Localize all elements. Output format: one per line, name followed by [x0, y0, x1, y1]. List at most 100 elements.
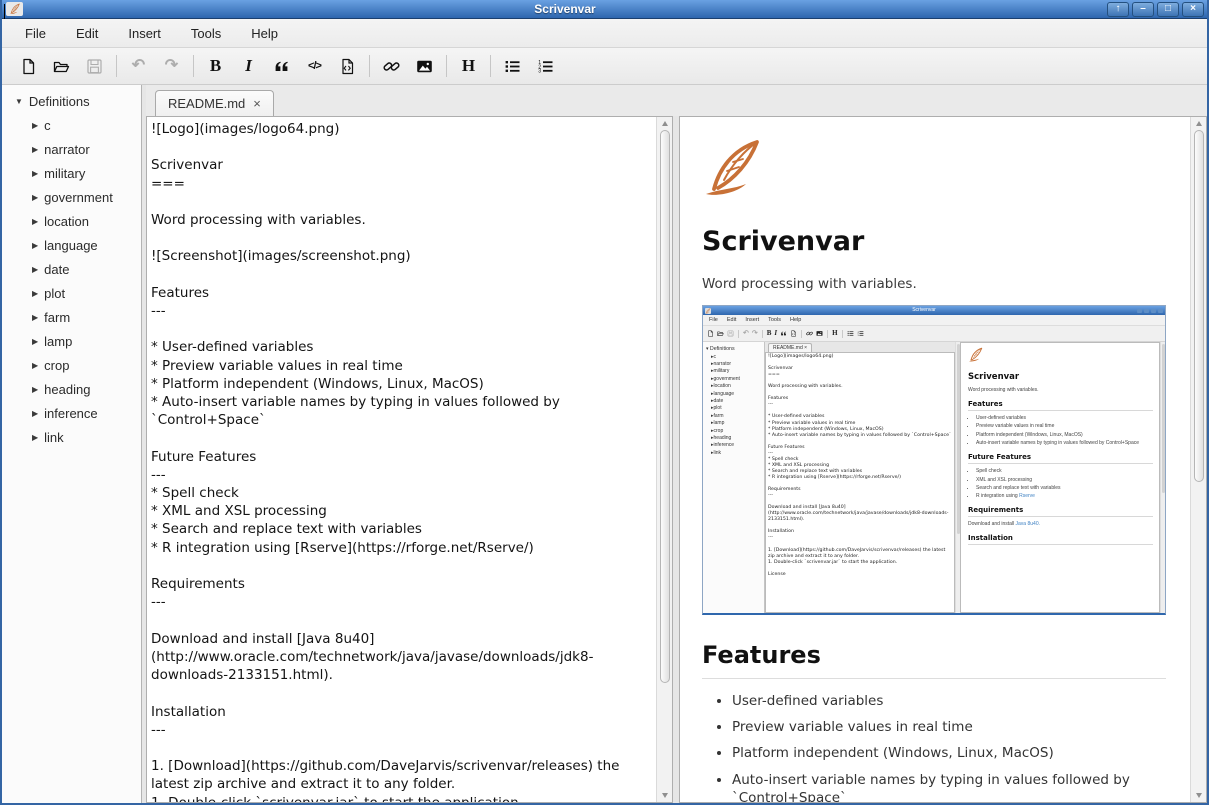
- tree-root-definitions[interactable]: Definitions: [2, 90, 141, 113]
- blockquote-button[interactable]: [265, 52, 298, 80]
- tab-strip: README.md ×: [146, 85, 1207, 116]
- undo-button[interactable]: ↶: [122, 52, 155, 80]
- mini-definitions-panel: Definitions cnarratormilitarygovernmentl…: [703, 342, 765, 613]
- menu-item[interactable]: Edit: [61, 21, 113, 46]
- scroll-down-arrow[interactable]: [662, 789, 668, 802]
- minimize-button[interactable]: –: [1132, 2, 1154, 17]
- tree-item[interactable]: c: [2, 113, 141, 137]
- mini-menu-item: Edit: [727, 317, 736, 323]
- panes: ![Logo](images/logo64.png) Scrivenvar ==…: [146, 116, 1207, 803]
- tree-item[interactable]: link: [2, 425, 141, 449]
- link-button[interactable]: [375, 52, 408, 80]
- save-file-button[interactable]: [78, 52, 111, 80]
- markdown-editor-pane: ![Logo](images/logo64.png) Scrivenvar ==…: [146, 116, 673, 803]
- numbered-list-button[interactable]: [529, 52, 562, 80]
- tree-item[interactable]: crop: [2, 353, 141, 377]
- preview-scrollbar[interactable]: [1190, 117, 1206, 802]
- tree-item[interactable]: location: [2, 209, 141, 233]
- bullet-list-button[interactable]: [496, 52, 529, 80]
- text-caret: [4, 4, 5, 19]
- tree-item[interactable]: military: [2, 161, 141, 185]
- menu-item[interactable]: Tools: [176, 21, 236, 46]
- inline-code-button[interactable]: </>: [298, 52, 331, 80]
- mini-preview-scrollbar: [1160, 342, 1165, 613]
- preview-features-list: User-defined variables Preview variable v…: [732, 692, 1166, 802]
- scroll-down-arrow[interactable]: [1196, 789, 1202, 802]
- scroll-up-arrow[interactable]: [1196, 117, 1202, 130]
- preview-subtitle: Word processing with variables.: [702, 276, 1166, 292]
- toolbar-separator: [116, 55, 117, 77]
- open-file-button[interactable]: [45, 52, 78, 80]
- feature-item: Platform independent (Windows, Linux, Ma…: [732, 744, 1166, 762]
- mini-preview-pane: Scrivenvar Word processing with variable…: [960, 342, 1160, 613]
- toolbar-separator: [446, 55, 447, 77]
- tree-item[interactable]: heading: [2, 377, 141, 401]
- editor-scrollbar[interactable]: [656, 117, 672, 802]
- app-feather-icon: [6, 2, 23, 16]
- preview-title: Scrivenvar: [702, 226, 1166, 257]
- toolbar-separator: [369, 55, 370, 77]
- inline-code-icon: </>: [308, 60, 321, 72]
- mini-window-controls: [1137, 309, 1163, 313]
- definitions-panel: Definitions cnarratormilitarygovernmentl…: [2, 85, 142, 803]
- tree-item[interactable]: lamp: [2, 329, 141, 353]
- tree-item[interactable]: date: [2, 257, 141, 281]
- app-window: Scrivenvar ↑ – □ × FileEditInsertToolsHe…: [0, 0, 1209, 805]
- tree-item[interactable]: farm: [2, 305, 141, 329]
- feature-item: Auto-insert variable names by typing in …: [732, 771, 1166, 802]
- redo-button[interactable]: ↷: [155, 52, 188, 80]
- tree-item[interactable]: language: [2, 233, 141, 257]
- tab-readme[interactable]: README.md ×: [155, 90, 274, 116]
- toolbar: ↶ ↷ B I </> H: [2, 48, 1207, 85]
- code-file-button[interactable]: [331, 52, 364, 80]
- bold-icon: B: [210, 56, 221, 76]
- title-bar[interactable]: Scrivenvar ↑ – □ ×: [2, 0, 1207, 19]
- preview-content: Scrivenvar Word processing with variable…: [680, 117, 1190, 802]
- italic-icon: I: [245, 56, 252, 76]
- maximize-button[interactable]: □: [1157, 2, 1179, 17]
- heading-icon: H: [462, 56, 475, 76]
- heading-button[interactable]: H: [452, 52, 485, 80]
- mini-menu-bar: File Edit Insert Tools Help: [703, 315, 1165, 326]
- italic-button[interactable]: I: [232, 52, 265, 80]
- tree-item[interactable]: plot: [2, 281, 141, 305]
- mini-menu-item: Insert: [745, 317, 759, 323]
- mini-title-bar: Scrivenvar: [703, 306, 1165, 315]
- image-button[interactable]: [408, 52, 441, 80]
- markdown-editor[interactable]: ![Logo](images/logo64.png) Scrivenvar ==…: [147, 117, 656, 802]
- tree-item[interactable]: government: [2, 185, 141, 209]
- tree-item[interactable]: inference: [2, 401, 141, 425]
- mini-menu-item: Tools: [768, 317, 781, 323]
- mini-logo-feather-image: [968, 347, 984, 363]
- scrollbar-thumb[interactable]: [1194, 130, 1204, 482]
- menu-bar: FileEditInsertToolsHelp: [2, 19, 1207, 48]
- shade-button[interactable]: ↑: [1107, 2, 1129, 17]
- logo-feather-image: [702, 137, 766, 201]
- mini-menu-item: Help: [790, 317, 801, 323]
- tab-label: README.md: [168, 96, 245, 111]
- bold-button[interactable]: B: [199, 52, 232, 80]
- preview-features-heading: Features: [702, 641, 1166, 679]
- feature-item: User-defined variables: [732, 692, 1166, 710]
- html-preview-pane: Scrivenvar Word processing with variable…: [679, 116, 1207, 803]
- mini-content: Definitions cnarratormilitarygovernmentl…: [703, 342, 1165, 613]
- mini-menu-item: File: [709, 317, 718, 323]
- tree-item[interactable]: narrator: [2, 137, 141, 161]
- readme-screenshot-image: Scrivenvar FileEditInsertToolsHelp ↶↷ BI: [702, 305, 1166, 615]
- menu-item[interactable]: Insert: [113, 21, 176, 46]
- new-file-button[interactable]: [12, 52, 45, 80]
- window-title: Scrivenvar: [23, 2, 1107, 16]
- tab-close-icon[interactable]: ×: [253, 96, 261, 111]
- main-content: Definitions cnarratormilitarygovernmentl…: [2, 85, 1207, 803]
- scrollbar-thumb[interactable]: [660, 130, 670, 683]
- close-button[interactable]: ×: [1182, 2, 1204, 17]
- scroll-up-arrow[interactable]: [662, 117, 668, 130]
- toolbar-separator: [490, 55, 491, 77]
- mini-editor-column: README.md × ![Logo](images/logo64.png) S…: [765, 342, 955, 613]
- undo-icon: ↶: [132, 58, 145, 74]
- feature-item: Preview variable values in real time: [732, 718, 1166, 736]
- mini-toolbar: ↶↷ BI H: [703, 326, 1165, 342]
- menu-item[interactable]: File: [10, 21, 61, 46]
- menu-item[interactable]: Help: [236, 21, 293, 46]
- window-controls: ↑ – □ ×: [1107, 2, 1204, 17]
